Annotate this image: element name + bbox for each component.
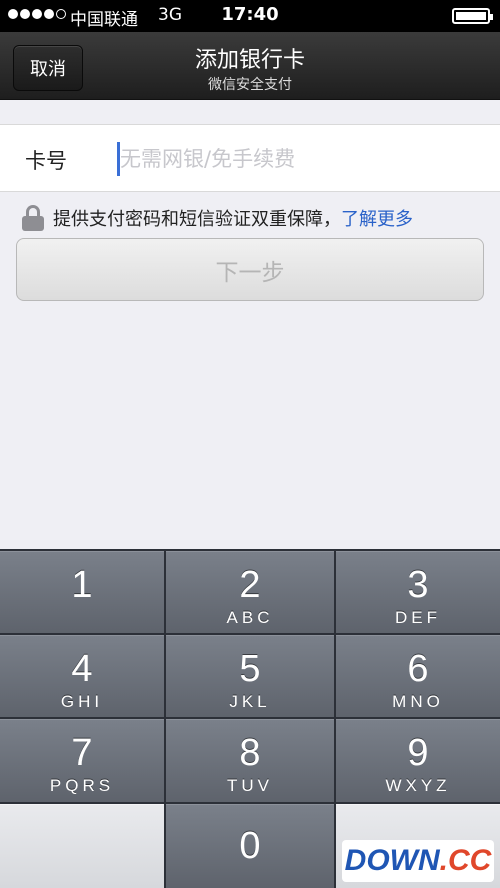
security-notice-text: 提供支付密码和短信验证双重保障， [53,209,341,230]
security-notice: 提供支付密码和短信验证双重保障， 了解更多 [22,203,500,233]
card-number-input[interactable] [120,139,480,179]
key-9[interactable]: 9 WXYZ [336,719,500,802]
key-blank [0,804,164,888]
key-8[interactable]: 8 TUV [166,719,334,802]
key-7[interactable]: 7 PQRS [0,719,164,802]
key-letters: ABC [226,608,274,627]
key-letters: JKL [229,692,271,711]
learn-more-link[interactable]: 了解更多 [341,205,413,231]
card-number-row: 卡号 [0,124,500,192]
key-digit: 9 [407,732,429,774]
key-letters: TUV [227,776,273,795]
key-digit: 1 [71,564,93,606]
key-letters: GHI [60,692,104,711]
key-digit: 8 [239,732,261,774]
numeric-keypad: 1 2 ABC 3 DEF 4 GHI 5 JKL 6 MNO 7 PQRS 8… [0,549,500,888]
key-6[interactable]: 6 MNO [336,635,500,717]
key-letters: MNO [392,692,444,711]
key-3[interactable]: 3 DEF [336,551,500,633]
key-0[interactable]: 0 [166,804,334,888]
page-title: 添加银行卡 [194,48,305,73]
nav-bar: 取消 添加银行卡 微信安全支付 [0,32,500,100]
key-5[interactable]: 5 JKL [166,635,334,717]
key-digit: 3 [407,564,429,606]
watermark-logo: DOWN .CC [342,840,494,882]
key-digit: 7 [71,732,93,774]
next-step-button[interactable]: 下一步 [16,238,484,301]
key-digit: 6 [407,648,429,690]
key-1[interactable]: 1 [0,551,164,633]
page-subtitle: 微信安全支付 [208,77,292,93]
key-digit: 4 [71,648,93,690]
key-letters: DEF [395,608,441,627]
key-letters: PQRS [49,776,115,795]
key-digit: 0 [239,825,261,867]
key-2[interactable]: 2 ABC [166,551,334,633]
key-digit: 5 [239,648,261,690]
key-letters: WXYZ [385,776,451,795]
status-time: 17:40 [221,4,279,25]
key-digit: 2 [239,564,261,606]
lock-icon [22,205,44,231]
key-4[interactable]: 4 GHI [0,635,164,717]
battery-icon [452,8,493,24]
card-number-label: 卡号 [25,149,67,173]
status-bar: 中国联通 3G 17:40 [0,0,500,32]
